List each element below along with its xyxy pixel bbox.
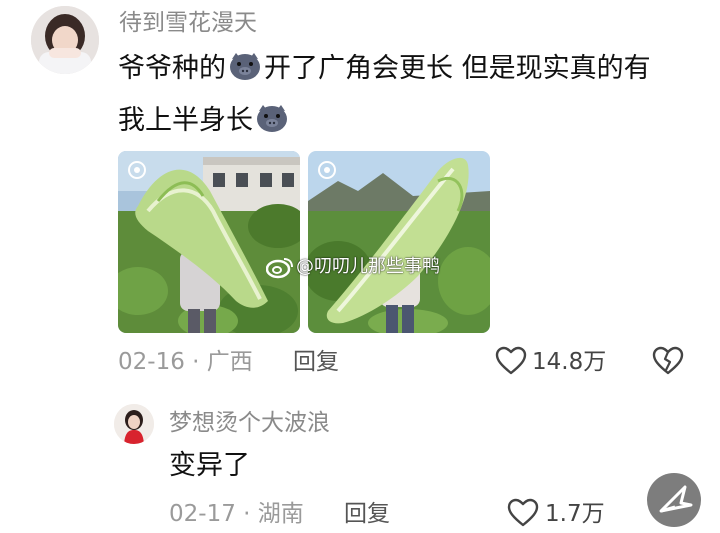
like-heart-icon[interactable] — [507, 498, 539, 528]
reply-button[interactable]: 回复 — [344, 499, 390, 529]
weibo-logo-icon — [265, 255, 294, 279]
comment-text: 爷爷种的 开了广角会更长 但是现实真的有 — [118, 42, 651, 96]
commenter-username[interactable]: 待到雪花漫天 — [119, 8, 257, 38]
meta-separator: · — [184, 349, 207, 375]
comment-text-line2: 我上半身长 — [118, 94, 291, 148]
comment-photo-1[interactable] — [118, 151, 300, 333]
reply-commenter-avatar[interactable] — [114, 404, 154, 444]
meta-separator: · — [235, 501, 258, 527]
dislike-broken-heart-icon[interactable] — [652, 346, 684, 376]
comment-meta: 02-16 · 广西 — [118, 347, 253, 377]
like-count: 1.7万 — [545, 501, 605, 527]
comment-location: 广西 — [206, 349, 253, 375]
pig-face-emoji-icon — [255, 98, 289, 132]
comment-text-part: 开了广角会更长 但是现实真的有 — [264, 53, 651, 84]
like-count: 14.8万 — [532, 349, 607, 375]
reply-comment-meta: 02-17 · 湖南 — [169, 499, 304, 529]
reply-comment-text: 变异了 — [169, 450, 250, 481]
pig-face-emoji-icon — [228, 46, 262, 80]
reply-commenter-username[interactable]: 梦想烫个大波浪 — [169, 408, 330, 438]
comment-date: 02-16 — [118, 349, 185, 375]
watermark-text: @叨叨儿那些事鸭 — [296, 256, 440, 277]
comment-photo-2[interactable] — [308, 151, 490, 333]
comment-text-part: 爷爷种的 — [118, 53, 226, 84]
reply-button[interactable]: 回复 — [293, 347, 339, 377]
comment-date: 02-17 — [169, 501, 236, 527]
floating-share-button[interactable] — [647, 473, 701, 527]
like-heart-icon[interactable] — [495, 346, 527, 376]
commenter-avatar[interactable] — [31, 6, 99, 74]
comment-location: 湖南 — [257, 501, 304, 527]
comment-text-part: 我上半身长 — [118, 105, 253, 136]
